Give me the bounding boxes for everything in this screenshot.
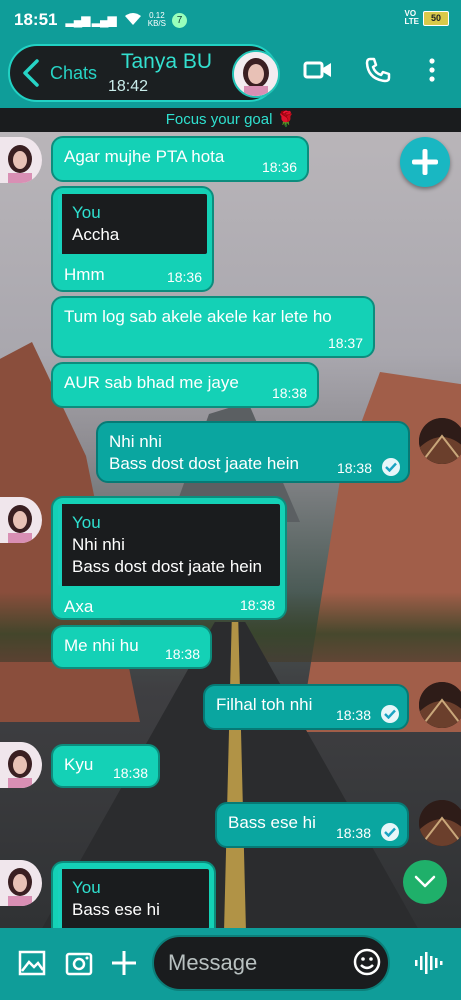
video-call-icon[interactable] xyxy=(302,54,334,86)
status-bar: 18:51 ▂▄▆ ▂▄▆ 0.12 KB/S 7 VO LTE 50 xyxy=(0,0,461,40)
back-label[interactable]: Chats xyxy=(50,63,97,84)
chevron-down-icon xyxy=(414,875,436,888)
read-receipt-icon xyxy=(382,458,400,476)
emoji-icon[interactable] xyxy=(352,947,382,977)
message-bubble-incoming[interactable]: Agar mujhe PTA hota 18:36 xyxy=(51,136,309,182)
message-text: Tum log sab akele akele kar lete ho xyxy=(64,307,332,326)
quoted-text: Accha xyxy=(72,225,120,244)
my-avatar[interactable] xyxy=(419,800,461,846)
battery-icon: 50 xyxy=(423,10,449,26)
my-avatar[interactable] xyxy=(419,418,461,464)
back-arrow-icon[interactable] xyxy=(18,58,46,88)
gallery-icon[interactable] xyxy=(17,948,47,978)
quoted-reply[interactable]: You Nhi nhi Bass dost dost jaate hein xyxy=(58,504,280,586)
message-time: 18:38 xyxy=(335,707,371,723)
message-bubble-outgoing[interactable]: Nhi nhi Bass dost dost jaate hein 18:38 xyxy=(96,421,410,483)
sender-avatar[interactable] xyxy=(0,860,42,906)
quoted-reply[interactable]: You Accha xyxy=(58,194,207,254)
new-chat-button[interactable] xyxy=(400,137,450,187)
sender-avatar[interactable] xyxy=(0,742,42,788)
message-bubble-incoming[interactable]: Me nhi hu 18:38 xyxy=(51,625,212,669)
message-bubble-incoming-reply[interactable]: You Bass ese hi xyxy=(51,861,216,931)
chat-header: Chats Tanya BU 18:42 xyxy=(0,40,461,108)
message-time: 18:38 xyxy=(239,597,275,613)
message-bubble-outgoing[interactable]: Filhal toh nhi 18:38 xyxy=(203,684,409,730)
message-time: 18:38 xyxy=(336,460,372,476)
scroll-to-bottom-button[interactable] xyxy=(403,860,447,904)
read-receipt-icon xyxy=(381,705,399,723)
voice-note-icon[interactable] xyxy=(413,948,443,978)
message-time: 18:37 xyxy=(327,335,363,351)
message-time: 18:38 xyxy=(164,646,200,662)
message-bubble-incoming[interactable]: Kyu 18:38 xyxy=(51,744,160,788)
voice-call-icon[interactable] xyxy=(362,54,394,86)
message-bubble-incoming[interactable]: AUR sab bhad me jaye 18:38 xyxy=(51,362,319,408)
last-seen: 18:42 xyxy=(108,78,149,95)
sender-avatar[interactable] xyxy=(0,137,42,183)
more-options-icon[interactable] xyxy=(416,54,448,86)
status-time: 18:51 xyxy=(14,10,58,29)
quoted-text: Nhi nhi Bass dost dost jaate hein xyxy=(72,535,262,576)
read-receipt-icon xyxy=(381,823,399,841)
contact-name[interactable]: Tanya BU xyxy=(121,50,212,74)
message-bubble-incoming[interactable]: Tum log sab akele akele kar lete ho 18:3… xyxy=(51,296,375,358)
message-time: 18:38 xyxy=(112,765,148,781)
message-time: 18:38 xyxy=(335,825,371,841)
quoted-author: You xyxy=(72,513,101,532)
message-text: AUR sab bhad me jaye xyxy=(64,373,239,392)
attach-plus-icon[interactable] xyxy=(109,948,139,978)
message-bubble-incoming-reply[interactable]: You Accha Hmm 18:36 xyxy=(51,186,214,292)
message-time: 18:38 xyxy=(271,385,307,401)
message-time: 18:36 xyxy=(261,159,297,175)
network-speed: 0.12 KB/S xyxy=(147,11,166,28)
message-time: 18:36 xyxy=(166,269,202,285)
sender-avatar[interactable] xyxy=(0,497,42,543)
camera-icon[interactable] xyxy=(64,948,94,978)
my-avatar[interactable] xyxy=(419,682,461,728)
quoted-text: Bass ese hi xyxy=(72,900,160,919)
composer-bar xyxy=(0,928,461,1000)
quoted-reply[interactable]: You Bass ese hi xyxy=(58,869,209,929)
contact-status-motto: Focus your goal 🌹 xyxy=(0,108,461,132)
notification-count-badge: 7 xyxy=(171,12,187,28)
volte-indicator: VO LTE xyxy=(404,9,419,26)
quoted-author: You xyxy=(72,878,101,897)
contact-avatar[interactable] xyxy=(232,50,280,98)
plus-icon xyxy=(412,149,438,175)
message-bubble-incoming-reply[interactable]: You Nhi nhi Bass dost dost jaate hein Ax… xyxy=(51,496,287,620)
quoted-author: You xyxy=(72,203,101,222)
contact-pill[interactable]: Chats Tanya BU 18:42 xyxy=(8,44,280,102)
signal-icon: ▂▄▆ ▂▄▆ xyxy=(65,13,116,27)
wifi-icon xyxy=(124,12,142,29)
message-bubble-outgoing[interactable]: Bass ese hi 18:38 xyxy=(215,802,409,848)
